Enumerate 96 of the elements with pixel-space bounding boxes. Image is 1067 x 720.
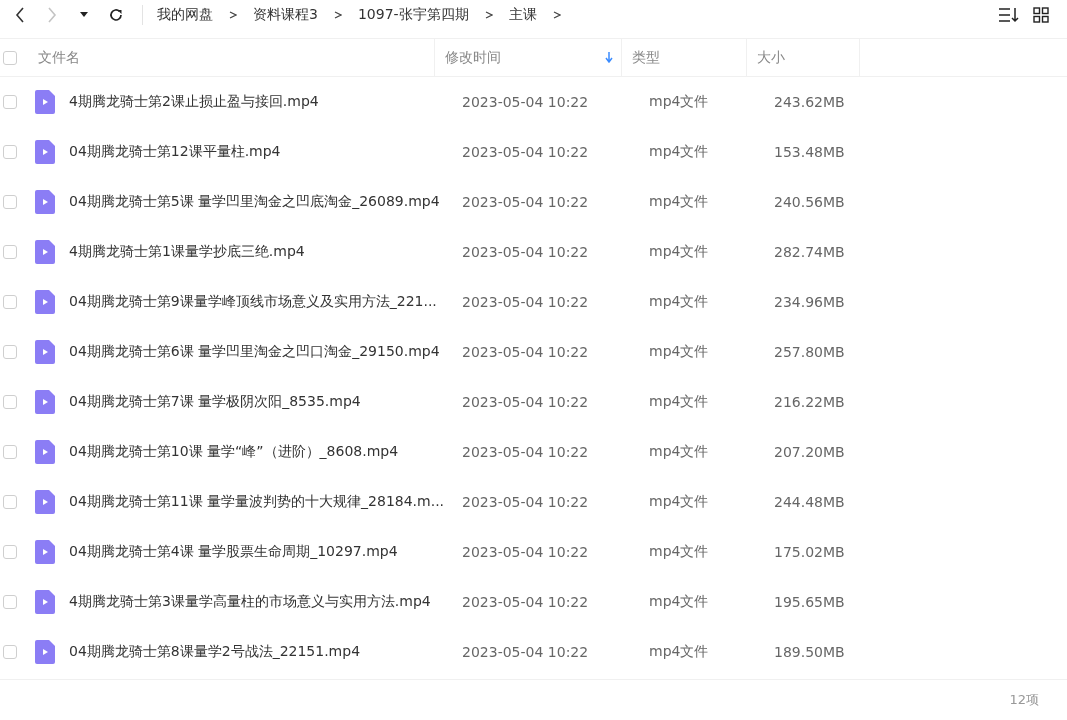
file-size: 195.65MB [774, 594, 845, 610]
file-size: 175.02MB [774, 544, 845, 560]
column-header[interactable]: 大小 [747, 39, 860, 76]
row-checkbox[interactable] [3, 95, 17, 109]
file-name[interactable]: 04期腾龙骑士第9课量学峰顶线市场意义及实用方法_221... [69, 293, 437, 311]
file-name[interactable]: 04期腾龙骑士第10课 量学“峰”（进阶）_8608.mp4 [69, 443, 399, 461]
file-size: 189.50MB [774, 644, 845, 660]
file-type: mp4文件 [649, 193, 709, 211]
file-name[interactable]: 04期腾龙骑士第11课 量学量波判势的十大规律_28184.m... [69, 493, 445, 511]
file-size: 257.80MB [774, 344, 845, 360]
column-label: 大小 [757, 48, 785, 67]
chevron-icon [229, 11, 237, 19]
row-checkbox[interactable] [3, 145, 17, 159]
video-file-icon [35, 140, 55, 164]
breadcrumb-link[interactable]: 资料课程3 [253, 6, 318, 24]
modified-time: 2023-05-04 10:22 [462, 144, 589, 160]
column-header[interactable]: 文件名 [17, 39, 435, 76]
row-checkbox[interactable] [3, 645, 17, 659]
video-file-icon [35, 90, 55, 114]
chevron-left-icon [15, 7, 25, 23]
modified-time: 2023-05-04 10:22 [462, 344, 589, 360]
file-name[interactable]: 4期腾龙骑士第1课量学抄底三绝.mp4 [69, 243, 305, 261]
chevron-icon [333, 11, 342, 19]
chevron-icon [552, 11, 561, 19]
file-type: mp4文件 [649, 143, 709, 161]
file-type: mp4文件 [649, 243, 709, 261]
file-type: mp4文件 [649, 543, 709, 561]
file-name[interactable]: 04期腾龙骑士第6课 量学凹里淘金之凹口淘金_29150.mp4 [69, 343, 440, 361]
modified-time: 2023-05-04 10:22 [462, 444, 589, 460]
file-type: mp4文件 [649, 593, 709, 611]
video-file-icon [35, 440, 55, 464]
select-all-checkbox[interactable] [3, 50, 17, 65]
modified-time: 2023-05-04 10:22 [462, 244, 589, 260]
file-type: mp4文件 [649, 93, 709, 111]
file-name[interactable]: 04期腾龙骑士第12课平量柱.mp4 [69, 143, 281, 161]
column-label: 修改时间 [445, 48, 501, 67]
breadcrumb-link[interactable]: 主课 [508, 6, 537, 24]
file-type: mp4文件 [649, 293, 709, 311]
chevron-right-icon [47, 7, 57, 23]
file-name[interactable]: 04期腾龙骑士第5课 量学凹里淘金之凹底淘金_26089.mp4 [69, 193, 440, 211]
modified-time: 2023-05-04 10:22 [462, 544, 589, 560]
file-name[interactable]: 04期腾龙骑士第7课 量学极阴次阳_8535.mp4 [69, 393, 361, 411]
row-checkbox[interactable] [3, 195, 17, 209]
item-count: 12项 [1009, 691, 1039, 709]
row-checkbox[interactable] [3, 295, 17, 309]
video-file-icon [35, 340, 55, 364]
video-file-icon [35, 540, 55, 564]
grid-icon [1033, 7, 1049, 23]
file-size: 207.20MB [774, 444, 845, 460]
breadcrumb-link[interactable]: 1097-张宇第四期 [357, 6, 469, 24]
chevron-icon [484, 11, 493, 19]
breadcrumb-link[interactable]: 我的网盘 [157, 6, 213, 24]
modified-time: 2023-05-04 10:22 [462, 644, 589, 660]
file-size: 234.96MB [774, 294, 845, 310]
row-checkbox[interactable] [3, 445, 17, 459]
file-size: 244.48MB [774, 494, 845, 510]
file-type: mp4文件 [649, 493, 709, 511]
file-size: 243.62MB [774, 94, 845, 110]
file-size: 240.56MB [774, 194, 845, 210]
row-checkbox[interactable] [3, 395, 17, 409]
video-file-icon [35, 390, 55, 414]
modified-time: 2023-05-04 10:22 [462, 94, 589, 110]
file-type: mp4文件 [649, 443, 709, 461]
file-type: mp4文件 [649, 393, 709, 411]
column-header[interactable]: 类型 [622, 39, 747, 76]
column-header[interactable]: 修改时间 [435, 39, 622, 76]
modified-time: 2023-05-04 10:22 [462, 394, 589, 410]
video-file-icon [35, 290, 55, 314]
file-size: 216.22MB [774, 394, 845, 410]
file-size: 282.74MB [774, 244, 845, 260]
file-name[interactable]: 04期腾龙骑士第8课量学2号战法_22151.mp4 [69, 643, 361, 661]
column-label: 文件名 [38, 48, 80, 67]
file-size: 153.48MB [774, 144, 845, 160]
modified-time: 2023-05-04 10:22 [462, 494, 589, 510]
column-label: 类型 [632, 48, 660, 67]
refresh-icon [108, 7, 124, 23]
row-checkbox[interactable] [3, 495, 17, 509]
video-file-icon [35, 640, 55, 664]
modified-time: 2023-05-04 10:22 [462, 594, 589, 610]
modified-time: 2023-05-04 10:22 [462, 294, 589, 310]
video-file-icon [35, 190, 55, 214]
row-checkbox[interactable] [3, 545, 17, 559]
file-type: mp4文件 [649, 343, 709, 361]
video-file-icon [35, 590, 55, 614]
modified-time: 2023-05-04 10:22 [462, 194, 589, 210]
row-checkbox[interactable] [3, 345, 17, 359]
video-file-icon [35, 240, 55, 264]
file-name[interactable]: 4期腾龙骑士第2课止损止盈与接回.mp4 [69, 93, 319, 111]
video-file-icon [35, 490, 55, 514]
file-type: mp4文件 [649, 643, 709, 661]
row-checkbox[interactable] [3, 595, 17, 609]
row-checkbox[interactable] [3, 245, 17, 259]
caret-down-icon [80, 12, 88, 18]
file-name[interactable]: 04期腾龙骑士第4课 量学股票生命周期_10297.mp4 [69, 543, 398, 561]
file-name[interactable]: 4期腾龙骑士第3课量学高量柱的市场意义与实用方法.mp4 [69, 593, 431, 611]
sort-lines-icon [998, 7, 1020, 23]
